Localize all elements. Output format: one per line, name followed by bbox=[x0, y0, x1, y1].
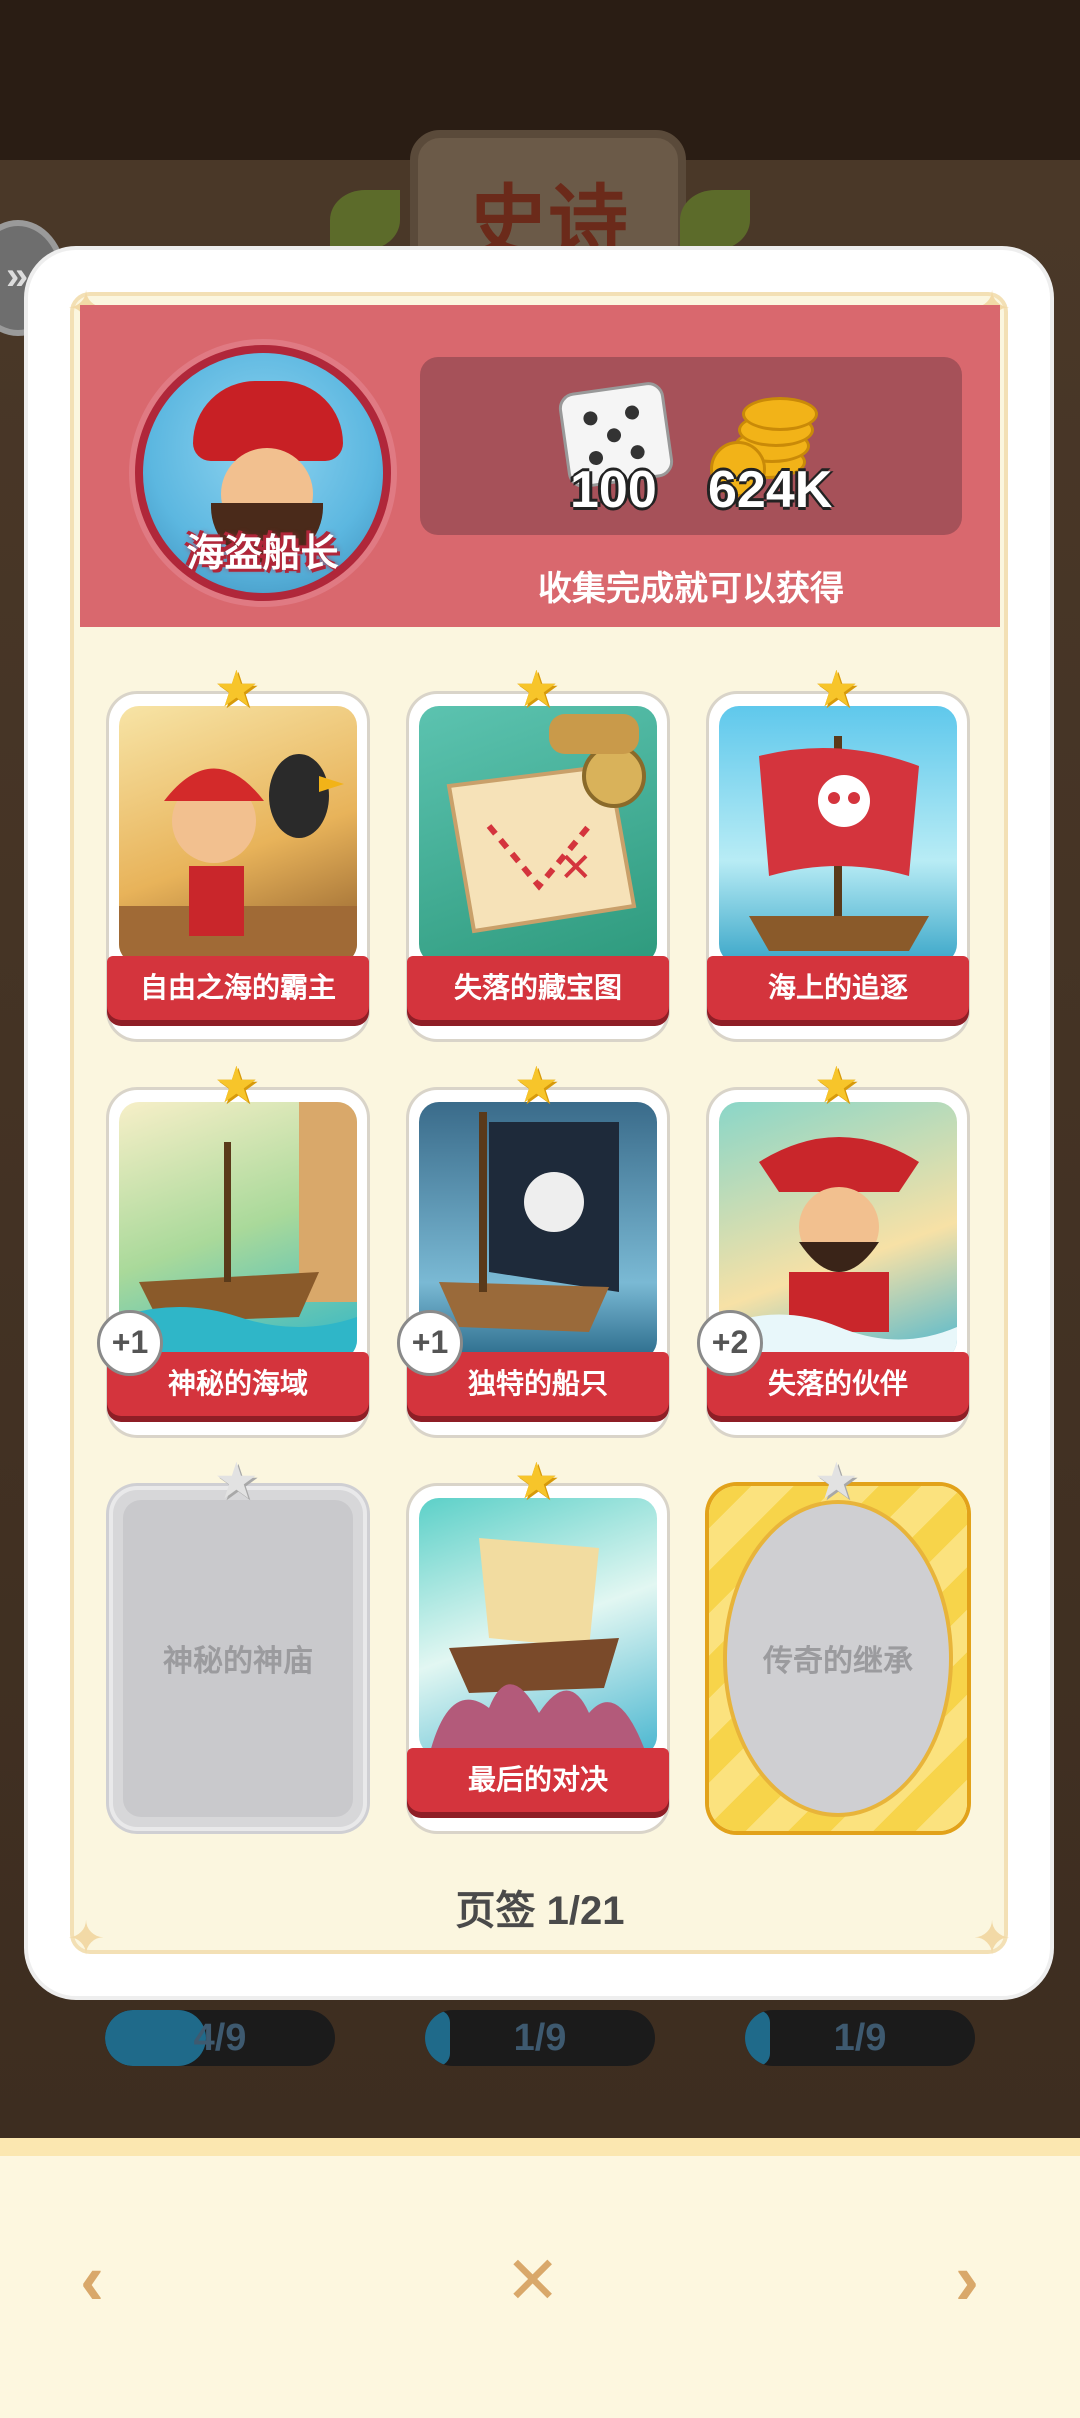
star-icon: ★ bbox=[514, 1453, 559, 1509]
star-icon: ★ bbox=[814, 661, 859, 717]
card-title: 海上的追逐 bbox=[707, 956, 969, 1020]
collection-name: 海盗船长 bbox=[186, 533, 339, 575]
card-art bbox=[119, 706, 357, 964]
treasure-map-art: ✕ bbox=[446, 714, 646, 934]
card-6-locked[interactable]: 神秘的神庙 ★ bbox=[109, 1456, 367, 1831]
duplicate-count-badge: +2 bbox=[697, 1310, 763, 1376]
progress-label: 1/9 bbox=[513, 2017, 567, 2059]
leaf-decoration bbox=[680, 190, 750, 250]
card-5[interactable]: 失落的伙伴 ★ +2 bbox=[697, 1060, 969, 1435]
next-page-button[interactable]: › bbox=[955, 2240, 979, 2320]
kraken-ship-art bbox=[429, 1538, 647, 1756]
leaf-decoration bbox=[330, 190, 400, 250]
card-art: ✕ bbox=[419, 706, 657, 964]
double-chevron-icon: » bbox=[6, 254, 29, 298]
duplicate-count-badge: +1 bbox=[397, 1310, 463, 1376]
reward-note: 收集完成就可以获得 bbox=[538, 570, 844, 608]
progress-fill bbox=[105, 2010, 207, 2066]
card-3[interactable]: 神秘的海域 ★ +1 bbox=[97, 1060, 369, 1435]
star-icon: ★ bbox=[514, 661, 559, 717]
card-2[interactable]: 海上的追逐 ★ bbox=[707, 664, 969, 1039]
star-outline-icon: ★ bbox=[814, 1453, 859, 1509]
page-indicator: 页签 1/21 bbox=[455, 1889, 625, 1933]
card-title: 最后的对决 bbox=[407, 1748, 669, 1812]
progress-fill bbox=[745, 2010, 771, 2066]
pirate-ship-flag-art bbox=[749, 736, 929, 951]
star-outline-icon: ★ bbox=[214, 1453, 259, 1509]
progress-bar: 1/9 bbox=[745, 2010, 975, 2066]
card-title: 传奇的继承 bbox=[763, 1645, 913, 1678]
card-1[interactable]: ✕ 失落的藏宝图 ★ bbox=[407, 664, 669, 1039]
star-icon: ★ bbox=[514, 1057, 559, 1113]
card-7[interactable]: 最后的对决 ★ bbox=[407, 1456, 669, 1831]
pirate-with-parrot-art bbox=[119, 754, 357, 964]
card-title: 失落的藏宝图 bbox=[407, 956, 669, 1020]
reward-box bbox=[420, 357, 962, 535]
progress-fill bbox=[425, 2010, 451, 2066]
previous-page-button[interactable]: ‹ bbox=[80, 2240, 104, 2320]
card-4[interactable]: 独特的船只 ★ +1 bbox=[397, 1060, 669, 1435]
coin-reward-value: 624K bbox=[708, 461, 833, 519]
svg-text:✕: ✕ bbox=[559, 845, 593, 891]
star-icon: ★ bbox=[214, 1057, 259, 1113]
card-8-legendary-locked[interactable]: 传奇的继承 ★ bbox=[709, 1456, 967, 1831]
card-title: 神秘的神庙 bbox=[163, 1645, 313, 1678]
progress-label: 1/9 bbox=[833, 2017, 887, 2059]
close-button[interactable]: ✕ bbox=[505, 2240, 560, 2320]
progress-bar: 1/9 bbox=[425, 2010, 655, 2066]
star-icon: ★ bbox=[214, 661, 259, 717]
card-art bbox=[719, 706, 957, 964]
card-0[interactable]: 自由之海的霸主 ★ bbox=[107, 664, 369, 1039]
progress-label: 4/9 bbox=[193, 2017, 247, 2059]
card-title: 自由之海的霸主 bbox=[107, 956, 369, 1020]
duplicate-count-badge: +1 bbox=[97, 1310, 163, 1376]
star-icon: ★ bbox=[814, 1057, 859, 1113]
card-art bbox=[419, 1498, 657, 1756]
dice-reward-value: 100 bbox=[570, 461, 657, 519]
progress-bar: 4/9 bbox=[105, 2010, 335, 2066]
